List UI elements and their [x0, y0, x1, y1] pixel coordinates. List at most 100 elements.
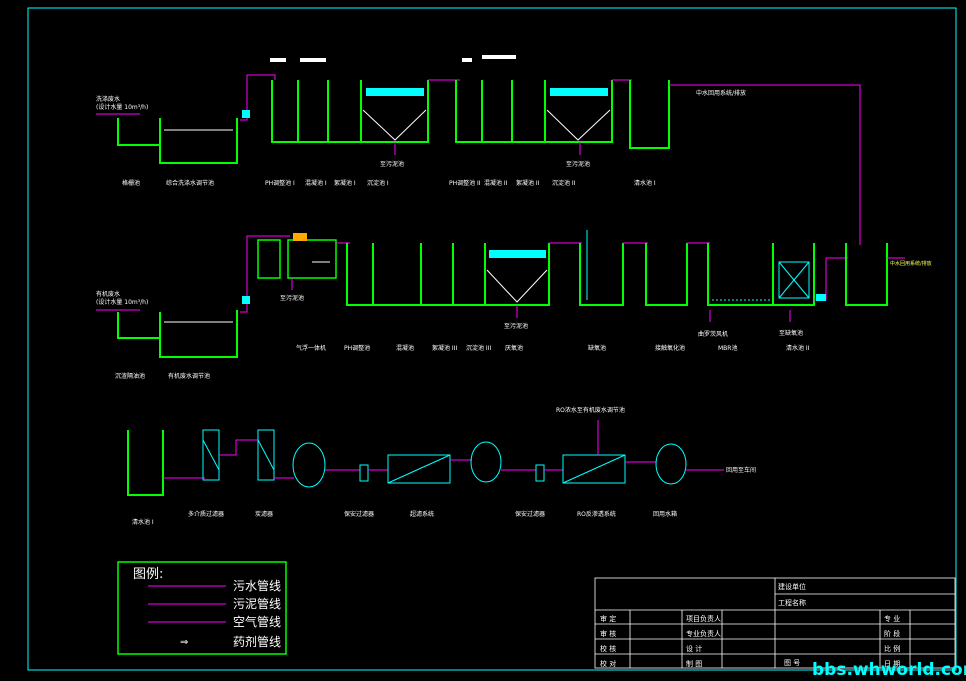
- row1-pump-icon: [242, 110, 250, 118]
- row2-pump-icon: [242, 296, 250, 304]
- row3-security-filter-2: [535, 464, 545, 482]
- row1-sludge-1-label: 至污泥池: [380, 160, 404, 168]
- row3-label-3: 保安过滤器: [344, 510, 374, 518]
- row3-label-6: RO反渗透系统: [577, 510, 616, 518]
- row3-label-0: 清水池 I: [132, 518, 154, 526]
- tb-right-0: 专 业: [884, 614, 900, 623]
- row2-anaerobic-tank: [579, 243, 624, 306]
- row3-label-1: 多介质过滤器: [188, 510, 224, 518]
- row2-anoxic-tank: [645, 243, 688, 306]
- row2-daf-unit: [257, 233, 337, 279]
- tb-left-3: 校 对: [600, 659, 616, 668]
- tb-left-2: 校 核: [600, 644, 616, 653]
- tb-mid-3: 制 图: [686, 659, 702, 668]
- row2-label-8: 缺氧池: [588, 344, 606, 352]
- row3-pipe-2: [219, 439, 258, 456]
- row1-label-1: 综合洗涤水调节池: [166, 179, 214, 187]
- row1-dosing-3: [462, 58, 472, 62]
- tb-mid-0: 项目负责人: [686, 614, 721, 623]
- row2-grease-tank: [117, 312, 161, 339]
- row3-label-4: 超滤系统: [410, 510, 434, 518]
- row2-blower-label: 曲罗茨风机: [698, 330, 728, 338]
- title-block: [594, 577, 956, 669]
- row2-permeate-pump: [816, 294, 826, 301]
- drawing-frame: [27, 7, 957, 671]
- row3-clear-tank: [127, 430, 164, 496]
- row2-label-7: 厌氧池: [505, 344, 523, 352]
- row1-dosing-1: [270, 58, 286, 62]
- legend-item-sludge: 污泥管线: [233, 596, 281, 611]
- row2-label-4: 混凝池: [396, 344, 414, 352]
- tb-left-0: 审 定: [600, 614, 616, 623]
- tb-drawing-no: 图 号: [784, 659, 800, 667]
- tb-right-2: 比 例: [884, 644, 900, 653]
- row1-clear-tank: [629, 80, 670, 149]
- row2-label-11: 清水池 II: [786, 344, 810, 352]
- row2-equalization-tank: [159, 310, 238, 358]
- row1-washing-line: 洗涤废水 (设计水量 10m³/h) 至污泥池 至污泥池 中水回用系统/排放 格…: [96, 55, 861, 245]
- row2-inlet-note-line2: (设计水量 10m³/h): [96, 298, 148, 306]
- row3-security-filter-1: [359, 464, 369, 482]
- row1-settler2-pack: [550, 88, 608, 96]
- row1-dosing-4: [482, 55, 516, 59]
- legend-item-sewage: 污水管线: [233, 578, 281, 593]
- legend-item-dosing: 药剂管线: [233, 634, 281, 649]
- legend-item-air: 空气管线: [233, 614, 281, 629]
- row1-label-5: 沉淀池 I: [367, 179, 389, 187]
- row1-label-0: 格栅池: [122, 179, 140, 187]
- row3-label-7: 回用水箱: [653, 510, 677, 518]
- row2-sludge-return-label: 至缺氧池: [779, 329, 803, 337]
- row2-sludge-float-label: 至污泥池: [280, 294, 304, 302]
- legend-dosing-arrow-icon: ⇒: [180, 637, 188, 648]
- tb-right-1: 阶 段: [884, 629, 900, 638]
- legend: 图例: ⇒ 污水管线 污泥管线 空气管线 药剂管线: [117, 561, 287, 655]
- row3-reuse-target-label: 回用至车间: [726, 466, 756, 474]
- watermark: bbs.whworld.com: [812, 660, 966, 680]
- row1-label-10: 清水池 I: [634, 179, 656, 187]
- row1-inlet-note-line1: 洗涤废水: [96, 95, 120, 103]
- row2-label-0: 沉渣隔油池: [115, 372, 145, 380]
- row2-oxidation-tank: [707, 243, 815, 306]
- row1-settler1-hopper: [362, 109, 427, 141]
- row3-tank-1: [292, 442, 326, 488]
- row3-tank-2: [470, 441, 502, 483]
- row1-sludge-2-label: 至污泥池: [566, 160, 590, 168]
- row2-label-3: PH调整池: [344, 344, 370, 352]
- row1-label-8: 絮凝池 II: [516, 179, 540, 187]
- legend-title: 图例:: [133, 567, 163, 582]
- row1-label-9: 沉淀池 II: [552, 179, 576, 187]
- row2-settler-hopper: [486, 269, 548, 303]
- row2-label-5: 絮凝池 III: [432, 344, 457, 352]
- row2-permeate-pipe: [814, 257, 848, 301]
- row1-grille-tank: [117, 118, 161, 146]
- tb-project: 工程名称: [778, 598, 806, 607]
- tb-mid-2: 设 计: [686, 644, 702, 653]
- row1-settler1-pack: [366, 88, 424, 96]
- row3-reuse-tank: [655, 443, 687, 485]
- row2-label-10: MBR池: [718, 344, 737, 352]
- row1-settler2-hopper: [546, 109, 611, 141]
- tb-left-1: 审 核: [600, 629, 616, 638]
- row2-settler-pack: [489, 250, 546, 258]
- row2-tank-labels: 沉渣隔油池 有机废水调节池 气浮一体机 PH调整池 混凝池 絮凝池 III 沉淀池 III 厌…: [115, 344, 810, 380]
- row1-label-7: 混凝池 II: [484, 179, 508, 187]
- row1-reuse-pipe: [669, 84, 861, 245]
- process-flow-diagram: 洗涤废水 (设计水量 10m³/h) 至污泥池 至污泥池 中水回用系统/排放 格…: [27, 7, 966, 680]
- row1-label-2: PH调整池 I: [265, 179, 295, 187]
- row1-reuse-note: 中水回用系统/排放: [696, 89, 746, 97]
- row1-label-3: 混凝池 I: [305, 179, 327, 187]
- row2-label-2: 气浮一体机: [296, 344, 326, 352]
- tb-client: 建设单位: [778, 582, 806, 591]
- row1-inlet-note-line2: (设计水量 10m³/h): [96, 103, 148, 111]
- row2-label-1: 有机废水调节池: [168, 372, 210, 380]
- row3-label-2: 炭滤器: [255, 510, 273, 518]
- row1-tank-labels: 格栅池 综合洗涤水调节池 PH调整池 I 混凝池 I 絮凝池 I 沉淀池 I PH调整池 I…: [122, 179, 656, 187]
- row2-label-9: 接触氧化池: [655, 344, 685, 352]
- row2-discharge-label: 中水回用系统/排放: [890, 260, 932, 267]
- row2-inlet-note-line1: 有机废水: [96, 290, 120, 298]
- row1-equalization-tank: [159, 118, 238, 164]
- title-block-text: 建设单位工程名称审 定 项目负责人审 核 专业负责人校 核 设 计校 对 制 图 专 业阶…: [600, 582, 900, 668]
- row2-clear-tank: [845, 243, 888, 306]
- tb-mid-1: 专业负责人: [686, 629, 721, 638]
- row1-dosing-2: [300, 58, 326, 62]
